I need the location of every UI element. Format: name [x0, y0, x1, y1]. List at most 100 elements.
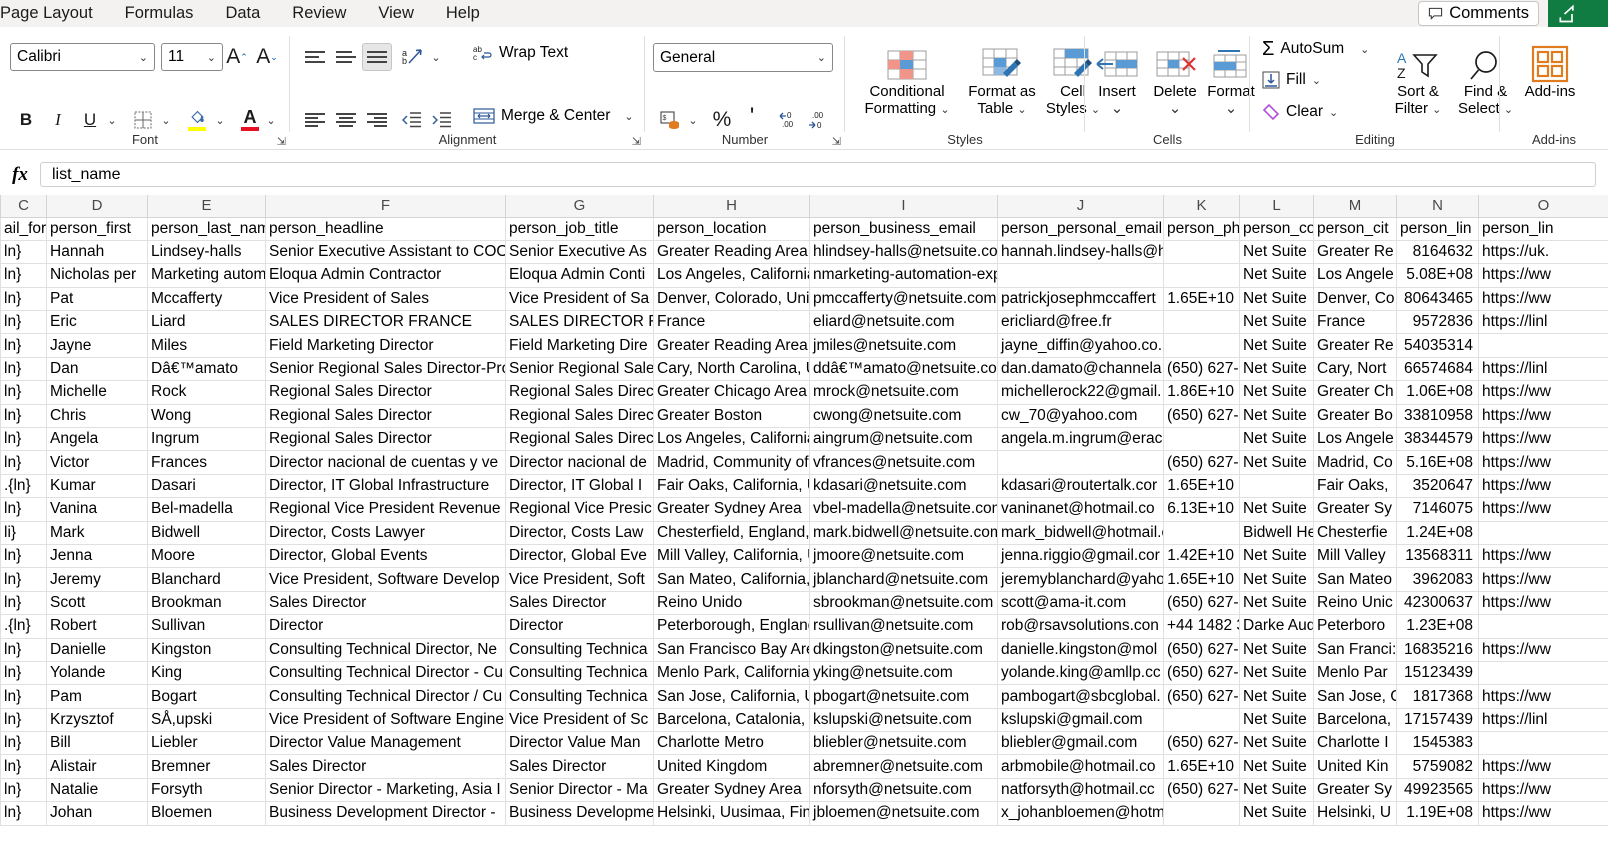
cell[interactable]: 15123439	[1396, 661, 1479, 686]
cell[interactable]: Vanina	[46, 497, 148, 522]
formula-input[interactable]: list_name	[40, 162, 1596, 187]
cell[interactable]: San Mateo	[1313, 567, 1397, 592]
cell[interactable]: ln}	[0, 801, 47, 826]
cell[interactable]: person_cit	[1313, 217, 1397, 241]
cell[interactable]: ln}	[0, 638, 47, 662]
cell[interactable]: Los Angele	[1313, 427, 1397, 452]
cell[interactable]: ddâ€™amato@netsuite.com	[809, 357, 998, 382]
cell[interactable]: eliard@netsuite.com	[809, 310, 998, 335]
accounting-chevron-down-icon[interactable]: ⌄	[684, 106, 702, 134]
cell[interactable]: aingrum@netsuite.com	[809, 427, 998, 452]
cell[interactable]: https://ww	[1478, 287, 1608, 312]
fill-color-button[interactable]	[182, 103, 212, 135]
cell[interactable]: Bogart	[147, 684, 266, 709]
cell[interactable]: Denver, Co	[1313, 287, 1397, 312]
increase-indent-button[interactable]	[427, 106, 457, 134]
cell[interactable]: rsullivan@netsuite.com	[809, 614, 998, 639]
cell[interactable]: Consulting Technica	[505, 661, 654, 686]
cell[interactable]: Consulting Technical Director - Cu	[265, 661, 506, 686]
cell[interactable]: rob@rsavsolutions.con	[997, 614, 1164, 639]
cell[interactable]: kdasari@netsuite.com	[809, 474, 998, 499]
cell[interactable]: danielle.kingston@mol	[997, 638, 1164, 662]
cell[interactable]: 80643465	[1396, 287, 1479, 312]
cell[interactable]: Net Suite	[1239, 240, 1314, 265]
cell[interactable]: yolande.king@amllp.cc	[997, 661, 1164, 686]
cell[interactable]: 5.16E+08	[1396, 450, 1479, 475]
cell[interactable]: .{ln}	[0, 474, 47, 499]
align-middle-button[interactable]	[331, 43, 361, 71]
cell[interactable]: ln}	[0, 591, 47, 616]
cell[interactable]: (650) 627-	[1163, 684, 1240, 709]
cell[interactable]: Director nacional de cuentas y ve	[265, 450, 506, 475]
cell[interactable]: ln}	[0, 661, 47, 686]
cell[interactable]: Nicholas per	[46, 263, 148, 288]
cell[interactable]: Director	[505, 614, 654, 639]
cell[interactable]: Net Suite	[1239, 754, 1314, 779]
cell[interactable]: dkingston@netsuite.com	[809, 638, 998, 662]
cell[interactable]: Senior Regional Sales Director-Pro	[265, 357, 506, 382]
cell[interactable]: 13568311	[1396, 544, 1479, 569]
cell[interactable]: 16835216	[1396, 638, 1479, 662]
cell[interactable]: Net Suite	[1239, 427, 1314, 452]
cell[interactable]: Regional Vice President Revenue	[265, 497, 506, 522]
cell[interactable]: United Kin	[1313, 754, 1397, 779]
cell[interactable]: Sales Director	[265, 591, 506, 616]
cell[interactable]: person_ph	[1163, 217, 1240, 241]
cell[interactable]: ln}	[0, 310, 47, 335]
cell[interactable]: Net Suite	[1239, 287, 1314, 312]
spreadsheet-grid[interactable]: CDEFGHIJKLMNO ail_formperson_firstperson…	[0, 195, 1608, 853]
cell[interactable]: Greater Sy	[1313, 778, 1397, 803]
fat-chevron-down-icon[interactable]: ⌄	[1017, 104, 1026, 116]
cell[interactable]: person_first	[46, 217, 148, 241]
orientation-button[interactable]: a b	[398, 43, 428, 71]
cell[interactable]: person_job_title	[505, 217, 654, 241]
cell[interactable]: (650) 627-	[1163, 357, 1240, 382]
cell[interactable]: Greater Ch	[1313, 380, 1397, 405]
autosum-button[interactable]: Σ AutoSum ⌄	[1262, 39, 1369, 59]
cell[interactable]	[1163, 333, 1240, 358]
column-header-L[interactable]: L	[1239, 195, 1314, 218]
cell[interactable]: 1.65E+10	[1163, 567, 1240, 592]
cell[interactable]: arbmobile@hotmail.co	[997, 754, 1164, 779]
cell[interactable]	[1163, 801, 1240, 826]
cell[interactable]: Scott	[46, 591, 148, 616]
cell[interactable]: Net Suite	[1239, 567, 1314, 592]
cell[interactable]: Sullivan	[147, 614, 266, 639]
cell[interactable]: San Francisco Bay Area	[653, 638, 810, 662]
comma-style-button[interactable]: '	[737, 103, 767, 131]
cell[interactable]: Director, Global Eve	[505, 544, 654, 569]
cell[interactable]: ln}	[0, 754, 47, 779]
cell[interactable]: mrock@netsuite.com	[809, 380, 998, 405]
column-header-E[interactable]: E	[147, 195, 266, 218]
cell[interactable]: Krzysztof	[46, 708, 148, 733]
cell[interactable]: person_location	[653, 217, 810, 241]
delete-chevron-down-icon[interactable]: ⌄	[1169, 100, 1182, 117]
cell[interactable]: Wong	[147, 404, 266, 429]
column-header-G[interactable]: G	[505, 195, 654, 218]
cell[interactable]: 1.65E+10	[1163, 287, 1240, 312]
cell[interactable]: Director, IT Global Infrastructure	[265, 474, 506, 499]
cell[interactable]: SALES DIRECTOR FRANCE	[265, 310, 506, 335]
cell[interactable]: Regional Sales Director	[265, 380, 506, 405]
cell[interactable]: Fair Oaks,	[1313, 474, 1397, 499]
cell[interactable]: https://ww	[1478, 497, 1608, 522]
font-color-chevron-down-icon[interactable]: ⌄	[262, 106, 280, 134]
cell[interactable]: https://ww	[1478, 404, 1608, 429]
cell[interactable]: Vice President, Soft	[505, 567, 654, 592]
cell[interactable]: Greater Reading Area	[653, 240, 810, 265]
font-dialog-launcher[interactable]: ⇲	[277, 135, 286, 148]
font-size-input[interactable]: 11 ⌄	[161, 43, 223, 71]
cell[interactable]: Eloqua Admin Contractor	[265, 263, 506, 288]
align-center-button[interactable]	[331, 106, 361, 134]
column-header-C[interactable]: C	[0, 195, 47, 218]
clear-chevron-down-icon[interactable]: ⌄	[1329, 106, 1338, 119]
cell[interactable]: Bill	[46, 731, 148, 756]
cell[interactable]: Bel-madella	[147, 497, 266, 522]
cell[interactable]: San Franci:	[1313, 638, 1397, 662]
cell[interactable]: https://ww	[1478, 778, 1608, 803]
cell[interactable]: https://ww	[1478, 754, 1608, 779]
cell[interactable]: 8164632	[1396, 240, 1479, 265]
cell[interactable]	[1163, 427, 1240, 452]
align-left-button[interactable]	[300, 106, 330, 134]
cell[interactable]: ln}	[0, 380, 47, 405]
